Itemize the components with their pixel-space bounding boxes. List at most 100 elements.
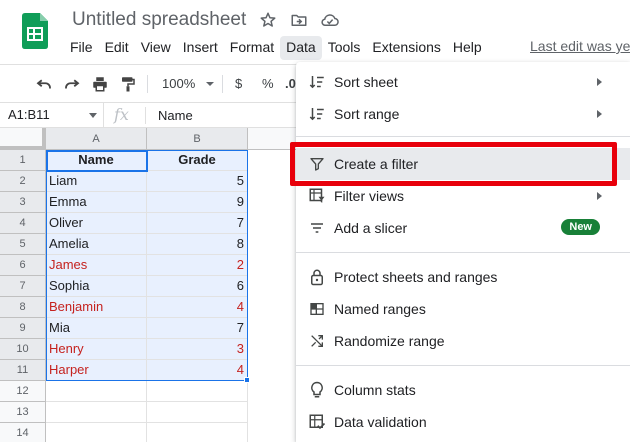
grade-cell[interactable]: 7 — [147, 318, 248, 339]
print-icon[interactable] — [90, 74, 110, 94]
menu-item-label: Sort range — [334, 106, 400, 122]
row-header[interactable]: 14 — [0, 423, 46, 442]
row-header[interactable]: 2 — [0, 171, 46, 192]
name-box[interactable]: A1:B11 — [0, 103, 104, 128]
new-badge: New — [561, 219, 600, 235]
row-header[interactable]: 10 — [0, 339, 46, 360]
paint-format-icon[interactable] — [118, 74, 138, 94]
sort-icon — [308, 105, 326, 123]
grade-cell[interactable]: 5 — [147, 171, 248, 192]
select-all-corner[interactable] — [0, 128, 46, 150]
menu-item-column-stats[interactable]: Column stats — [296, 374, 630, 406]
menu-item-label: Create a filter — [334, 156, 419, 172]
menu-item-create-filter[interactable]: Create a filter — [296, 148, 630, 180]
name-cell[interactable]: Sophia — [46, 276, 147, 297]
menu-file[interactable]: File — [64, 36, 99, 60]
name-cell[interactable]: Mia — [46, 318, 147, 339]
row-header[interactable]: 1 — [0, 150, 46, 171]
empty-cell[interactable] — [147, 381, 248, 402]
name-cell[interactable]: Amelia — [46, 234, 147, 255]
star-icon[interactable] — [258, 10, 278, 30]
sheets-logo-icon[interactable] — [22, 13, 48, 49]
cloud-status-icon[interactable] — [320, 10, 340, 30]
percent-format-button[interactable]: % — [262, 76, 274, 91]
function-icon: fx — [114, 105, 129, 124]
document-title[interactable]: Untitled spreadsheet — [72, 9, 246, 31]
menu-item-sort-sheet[interactable]: Sort sheet — [296, 66, 630, 98]
redo-icon[interactable] — [62, 74, 82, 94]
menu-item-protect-sheets[interactable]: Protect sheets and ranges — [296, 261, 630, 293]
formula-input[interactable]: Name — [158, 108, 193, 123]
menu-item-named-ranges[interactable]: Named ranges — [296, 293, 630, 325]
last-edit-link[interactable]: Last edit was ye — [530, 38, 630, 54]
empty-cell[interactable] — [46, 423, 147, 442]
row-header[interactable]: 4 — [0, 213, 46, 234]
menu-help[interactable]: Help — [447, 36, 488, 60]
name-cell[interactable]: Liam — [46, 171, 147, 192]
row-header[interactable]: 8 — [0, 297, 46, 318]
name-cell[interactable]: Emma — [46, 192, 147, 213]
row-header[interactable]: 7 — [0, 276, 46, 297]
row-header[interactable]: 13 — [0, 402, 46, 423]
menu-format[interactable]: Format — [224, 36, 280, 60]
name-cell[interactable]: Benjamin — [46, 297, 147, 318]
header-cell-grade[interactable]: Grade — [147, 150, 248, 171]
submenu-arrow-icon — [597, 110, 602, 118]
menu-item-label: Data validation — [334, 414, 427, 430]
column-header-a[interactable]: A — [46, 128, 147, 150]
name-cell[interactable]: Oliver — [46, 213, 147, 234]
row-header[interactable]: 3 — [0, 192, 46, 213]
zoom-select[interactable]: 100% — [162, 76, 195, 91]
menu-item-randomize-range[interactable]: Randomize range — [296, 325, 630, 357]
menu-item-label: Column stats — [334, 382, 416, 398]
menu-item-add-slicer[interactable]: Add a slicer New — [296, 212, 630, 244]
empty-cell[interactable] — [147, 423, 248, 442]
lock-icon — [308, 268, 326, 286]
fill-handle[interactable] — [244, 377, 250, 383]
grade-cell[interactable]: 3 — [147, 339, 248, 360]
row-header[interactable]: 12 — [0, 381, 46, 402]
name-cell[interactable]: Henry — [46, 339, 147, 360]
row-header[interactable]: 5 — [0, 234, 46, 255]
decrease-decimal-button[interactable]: .0 — [285, 76, 296, 91]
grade-cell[interactable]: 4 — [147, 360, 248, 381]
filter-views-icon — [308, 187, 326, 205]
data-validation-icon — [308, 413, 326, 431]
data-menu-dropdown: Sort sheet Sort range Create a filter Fi… — [296, 62, 630, 442]
currency-format-button[interactable]: $ — [235, 76, 242, 91]
header-cell-name[interactable]: Name — [46, 150, 147, 171]
grade-cell[interactable]: 7 — [147, 213, 248, 234]
grade-cell[interactable]: 6 — [147, 276, 248, 297]
menu-item-filter-views[interactable]: Filter views — [296, 180, 630, 212]
grade-cell[interactable]: 9 — [147, 192, 248, 213]
move-to-folder-icon[interactable] — [289, 10, 309, 30]
menu-extensions[interactable]: Extensions — [366, 36, 446, 60]
name-cell[interactable]: Harper — [46, 360, 147, 381]
grade-cell[interactable]: 8 — [147, 234, 248, 255]
menu-data[interactable]: Data — [280, 36, 322, 60]
column-header-b[interactable]: B — [147, 128, 248, 150]
menu-insert[interactable]: Insert — [177, 36, 224, 60]
menu-item-label: Add a slicer — [334, 220, 408, 236]
menu-item-sort-range[interactable]: Sort range — [296, 98, 630, 130]
grade-cell[interactable]: 2 — [147, 255, 248, 276]
row-header[interactable]: 11 — [0, 360, 46, 381]
name-box-dropdown-icon[interactable] — [89, 113, 97, 118]
name-cell[interactable]: James — [46, 255, 147, 276]
menu-item-label: Sort sheet — [334, 74, 398, 90]
empty-cell[interactable] — [46, 402, 147, 423]
empty-cell[interactable] — [147, 402, 248, 423]
grade-cell[interactable]: 4 — [147, 297, 248, 318]
undo-icon[interactable] — [34, 74, 54, 94]
menu-edit[interactable]: Edit — [99, 36, 135, 60]
submenu-arrow-icon — [597, 78, 602, 86]
row-header[interactable]: 9 — [0, 318, 46, 339]
menu-item-data-validation[interactable]: Data validation — [296, 406, 630, 438]
empty-cell[interactable] — [46, 381, 147, 402]
zoom-dropdown-icon[interactable] — [200, 74, 220, 94]
menu-bar: File Edit View Insert Format Data Tools … — [64, 36, 488, 60]
menu-tools[interactable]: Tools — [322, 36, 367, 60]
filter-icon — [308, 155, 326, 173]
row-header[interactable]: 6 — [0, 255, 46, 276]
menu-view[interactable]: View — [135, 36, 177, 60]
